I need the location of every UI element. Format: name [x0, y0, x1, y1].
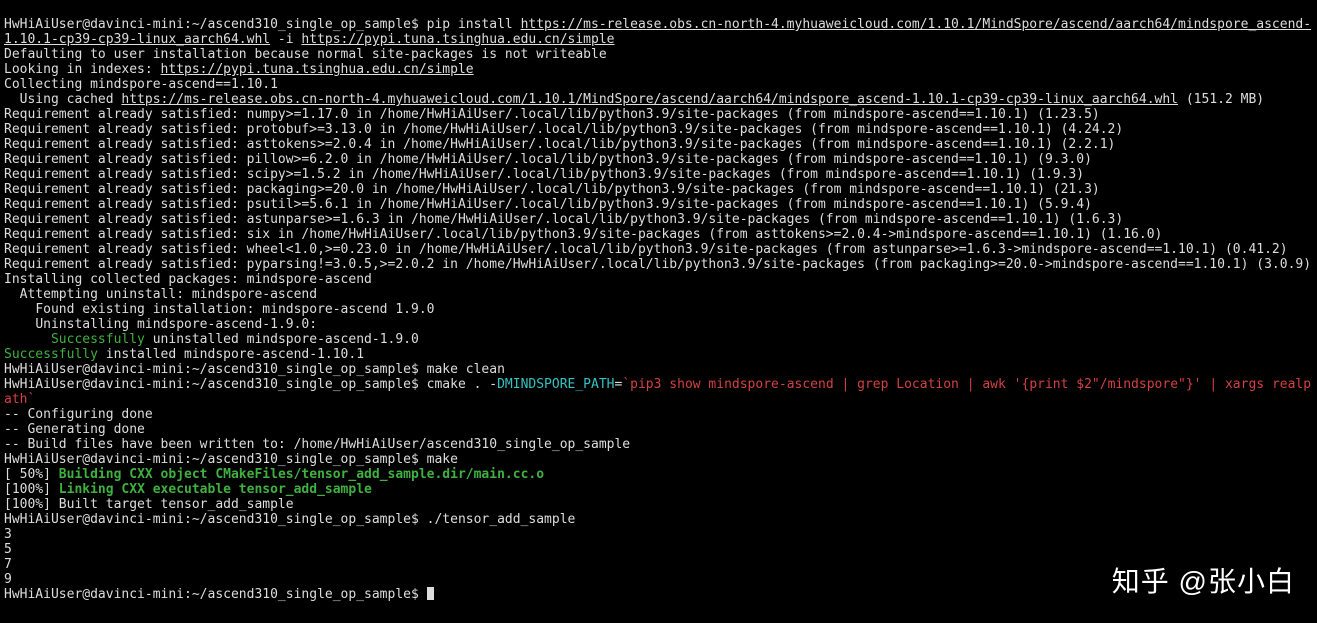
output-line: 9: [4, 572, 12, 587]
watermark: 知乎 @张小白: [1112, 574, 1295, 589]
pip-req: Requirement already satisfied: packaging…: [4, 182, 1100, 197]
pip-req: Requirement already satisfied: wheel<1.0…: [4, 242, 1288, 257]
cmd-run: ./tensor_add_sample: [427, 512, 576, 527]
pip-looking: Looking in indexes: https://pypi.tuna.ts…: [4, 62, 474, 77]
pip-index-url[interactable]: https://pypi.tuna.tsinghua.edu.cn/simple: [301, 32, 614, 47]
pip-cached: Using cached https://ms-release.obs.cn-n…: [4, 92, 1264, 107]
cmake-written: -- Build files have been written to: /ho…: [4, 437, 630, 452]
pip-req: Requirement already satisfied: asttokens…: [4, 137, 1115, 152]
pip-success-uninstall: Successfully uninstalled mindspore-ascen…: [4, 332, 419, 347]
prompt: HwHiAiUser@davinci-mini:~/ascend310_sing…: [4, 362, 427, 377]
prompt: HwHiAiUser@davinci-mini:~/ascend310_sing…: [4, 512, 427, 527]
output-line: 7: [4, 557, 12, 572]
pip-req: Requirement already satisfied: pyparsing…: [4, 257, 1311, 272]
prompt: HwHiAiUser@davinci-mini:~/ascend310_sing…: [4, 452, 427, 467]
prompt: HwHiAiUser@davinci-mini:~/ascend310_sing…: [4, 377, 427, 392]
make-line-100-link: [100%] Linking CXX executable tensor_add…: [4, 482, 372, 497]
pip-defaulting: Defaulting to user installation because …: [4, 47, 607, 62]
pip-req: Requirement already satisfied: numpy>=1.…: [4, 107, 1100, 122]
terminal-output[interactable]: HwHiAiUser@davinci-mini:~/ascend310_sing…: [0, 0, 1317, 604]
pip-success-install: Successfully installed mindspore-ascend-…: [4, 347, 364, 362]
pip-looking-link[interactable]: https://pypi.tuna.tsinghua.edu.cn/simple: [161, 62, 474, 77]
pip-collecting: Collecting mindspore-ascend==1.10.1: [4, 77, 278, 92]
pip-found: Found existing installation: mindspore-a…: [4, 302, 434, 317]
output-line: 5: [4, 542, 12, 557]
cmd-make-clean: make clean: [427, 362, 505, 377]
prompt: HwHiAiUser@davinci-mini:~/ascend310_sing…: [4, 587, 427, 602]
pip-req: Requirement already satisfied: scipy>=1.…: [4, 167, 1084, 182]
pip-req: Requirement already satisfied: six in /h…: [4, 227, 1162, 242]
make-line-50: [ 50%] Building CXX object CMakeFiles/te…: [4, 467, 544, 482]
output-line: 3: [4, 527, 12, 542]
pip-req: Requirement already satisfied: pillow>=6…: [4, 152, 1092, 167]
cursor[interactable]: [427, 587, 434, 600]
pip-cached-link[interactable]: https://ms-release.obs.cn-north-4.myhuaw…: [121, 92, 1178, 107]
cmd-make: make: [427, 452, 458, 467]
cmake-generating: -- Generating done: [4, 422, 145, 437]
pip-attempt: Attempting uninstall: mindspore-ascend: [4, 287, 317, 302]
prompt: HwHiAiUser@davinci-mini:~/ascend310_sing…: [4, 17, 427, 32]
cmake-configuring: -- Configuring done: [4, 407, 153, 422]
pip-installing: Installing collected packages: mindspore…: [4, 272, 372, 287]
make-line-100-built: [100%] Built target tensor_add_sample: [4, 497, 294, 512]
pip-req: Requirement already satisfied: psutil>=5…: [4, 197, 1092, 212]
pip-req: Requirement already satisfied: protobuf>…: [4, 122, 1123, 137]
pip-req: Requirement already satisfied: astunpars…: [4, 212, 1123, 227]
pip-uninstalling: Uninstalling mindspore-ascend-1.9.0:: [4, 317, 317, 332]
